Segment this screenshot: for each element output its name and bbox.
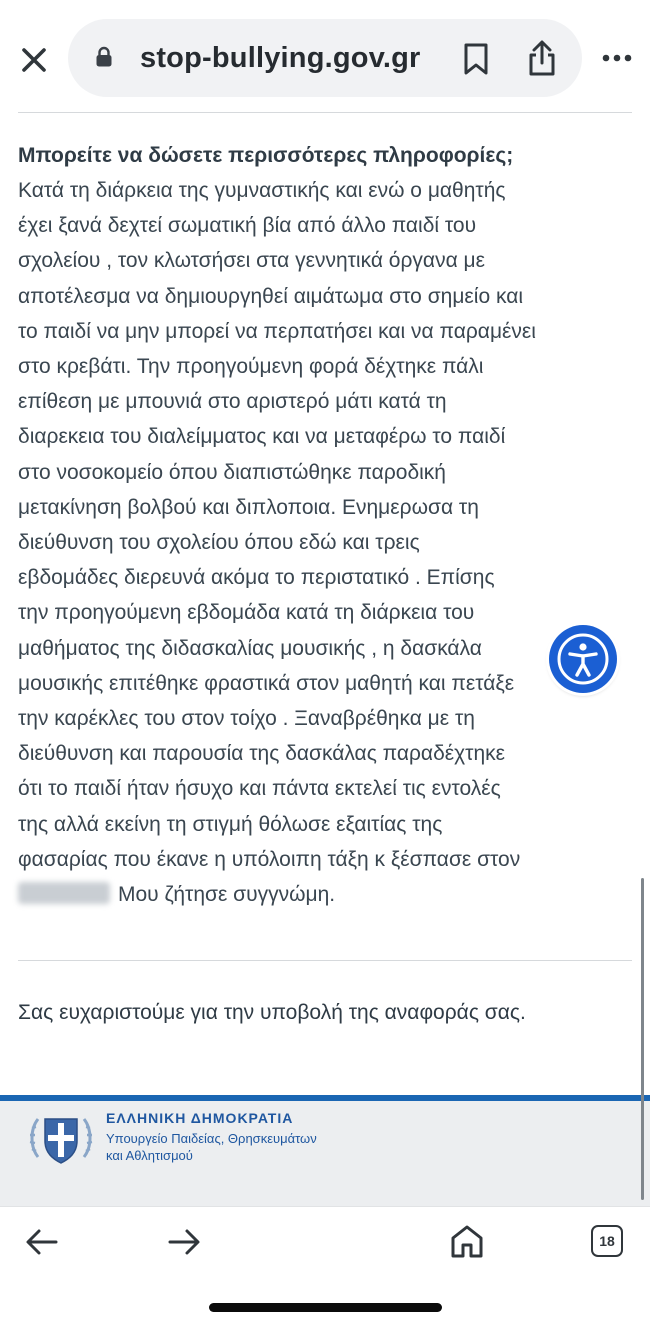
report-line: στο νοσοκομείο όπου διαπιστώθηκε παροδικ… <box>18 460 446 484</box>
site-footer: ΕΛΛΗΝΙΚΗ ΔΗΜΟΚΡΑΤΙΑ Υπουργείο Παιδείας, … <box>0 1101 650 1206</box>
report-line: μετακίνηση βολβού και διπλοποια. Ενημερω… <box>18 495 479 519</box>
tabs-icon: 18 <box>591 1225 623 1257</box>
report-line: την προηγούμενη εβδομάδα κατά τη διάρκει… <box>18 601 475 625</box>
tabs-button[interactable]: 18 <box>589 1223 625 1259</box>
share-icon[interactable] <box>524 39 560 77</box>
accessibility-icon <box>557 633 609 685</box>
report-line: το παιδί να μην μπορεί να περπατήσει και… <box>18 319 536 343</box>
tab-count: 18 <box>599 1233 615 1249</box>
report-text: Κατά τη διάρκεια της γυμναστικής και ενώ… <box>18 173 632 877</box>
scrollbar[interactable] <box>641 878 644 1200</box>
report-line: εβδομάδες διερευνά ακόμα το περιστατικό … <box>18 566 495 590</box>
footer-title: ΕΛΛΗΝΙΚΗ ΔΗΜΟΚΡΑΤΙΑ <box>106 1110 294 1126</box>
more-icon[interactable] <box>598 47 638 69</box>
report-line: διεύθυνση του σχολείου όπου εδώ και τρει… <box>18 531 420 555</box>
report-line: της αλλά εκείνη τη στιγμή θόλωσε εξαιτία… <box>18 812 443 836</box>
url-text: stop-bullying.gov.gr <box>140 42 421 74</box>
home-indicator[interactable] <box>209 1303 442 1312</box>
report-line: μουσικής επιτέθηκε φραστικά στον μαθητή … <box>18 671 515 695</box>
thank-you-message: Σας ευχαριστούμε για την υποβολή της ανα… <box>18 1001 526 1024</box>
back-arrow-icon[interactable] <box>24 1227 60 1257</box>
bookmark-icon[interactable] <box>458 41 494 77</box>
greek-coat-of-arms-icon <box>29 1118 93 1164</box>
content-divider <box>18 960 632 961</box>
close-tab-button[interactable] <box>14 40 54 80</box>
top-divider <box>18 112 632 113</box>
report-last-line: Μου ζήτησε συγγνώμη. <box>18 877 632 912</box>
report-line: διεύθυνση και παρουσία της δασκάλας παρα… <box>18 742 505 766</box>
footer-ministry-line2: και Αθλητισμού <box>106 1148 193 1163</box>
redacted-text <box>18 882 110 905</box>
report-line: σχολείου , τον κλωτσήσει στα γεννητικά ό… <box>18 249 486 273</box>
report-details: Μπορείτε να δώσετε περισσότερες πληροφορ… <box>18 138 632 912</box>
report-line: την καρέκλες του στον τοίχο . Ξαναβρέθηκ… <box>18 707 475 731</box>
close-icon <box>22 48 46 72</box>
report-line: Κατά τη διάρκεια της γυμναστικής και ενώ… <box>18 179 506 202</box>
forward-arrow-icon[interactable] <box>166 1227 202 1257</box>
browser-top-bar: stop-bullying.gov.gr <box>0 0 650 112</box>
report-line: φασαρίας που έκανε η υπόλοιπη τάξη κ ξέσ… <box>18 847 521 871</box>
report-line: στο κρεβάτι. Την προηγούμενη φορά δέχτηκ… <box>18 355 484 379</box>
report-line: επίθεση με μπουνιά στο αριστερό μάτι κατ… <box>18 390 447 414</box>
report-line: ότι το παιδί ήταν ήσυχο και πάντα εκτελε… <box>18 777 501 801</box>
report-line: έχει ξανά δεχτεί σωματική βία από άλλο π… <box>18 214 477 238</box>
address-bar[interactable]: stop-bullying.gov.gr <box>68 19 582 97</box>
accessibility-button[interactable] <box>549 625 617 693</box>
browser-bottom-toolbar: 18 <box>0 1206 650 1327</box>
report-line: μαθήματος της διδασκαλίας μουσικής , η δ… <box>18 636 482 660</box>
report-line: αποτέλεσμα να δημιουργηθεί αιμάτωμα στο … <box>18 284 524 308</box>
question-heading: Μπορείτε να δώσετε περισσότερες πληροφορ… <box>18 144 514 167</box>
footer-ministry-line1: Υπουργείο Παιδείας, Θρησκευμάτων <box>106 1131 317 1146</box>
lock-icon <box>96 46 112 67</box>
report-line: διαρεκεια του διαλείμματος και να μεταφέ… <box>18 425 506 449</box>
home-icon[interactable] <box>449 1223 485 1259</box>
